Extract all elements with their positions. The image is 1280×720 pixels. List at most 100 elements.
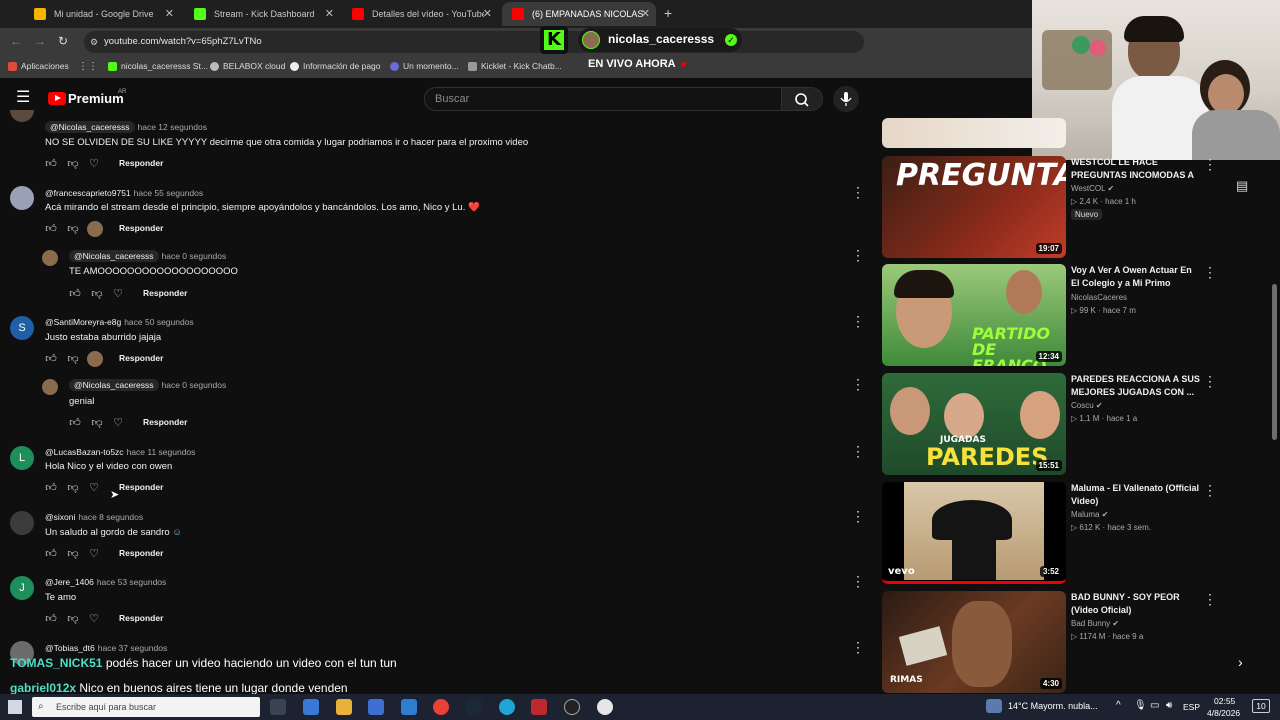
dislike-icon[interactable]: 👎︎ bbox=[67, 223, 79, 235]
channel-label[interactable]: Coscu bbox=[1071, 401, 1094, 410]
chrome-icon[interactable] bbox=[433, 699, 449, 715]
chat-toggle-icon[interactable]: ▤ bbox=[1236, 178, 1248, 194]
search-button[interactable] bbox=[781, 87, 823, 111]
channel-name[interactable]: WestCOL ✔ bbox=[1071, 184, 1114, 193]
like-icon[interactable]: 👍︎ bbox=[45, 353, 57, 365]
author-name[interactable]: @LucasBazan-to5zc bbox=[45, 447, 124, 457]
like-icon[interactable]: 👍︎ bbox=[45, 613, 57, 625]
bookmark-kick[interactable]: nicolas_caceresss St... bbox=[108, 61, 208, 71]
comment-time[interactable]: hace 50 segundos bbox=[124, 317, 193, 327]
weather-text[interactable]: 14°C Mayorm. nubla... bbox=[1008, 701, 1098, 711]
comment-time[interactable]: hace 11 segundos bbox=[127, 447, 196, 457]
windows-start-icon[interactable] bbox=[8, 700, 22, 714]
video-thumbnail[interactable]: PREGUNTAS 19:07 bbox=[882, 156, 1066, 258]
like-icon[interactable]: 👍︎ bbox=[45, 482, 57, 494]
premium-logo[interactable]: Premium bbox=[68, 91, 124, 106]
address-bar[interactable]: ⚙ youtube.com/watch?v=65phZ7LvTNo bbox=[84, 31, 864, 53]
comment-time[interactable]: hace 53 segundos bbox=[97, 577, 166, 587]
steam-icon[interactable] bbox=[466, 699, 482, 715]
tab-google-drive[interactable]: Mi unidad - Google Drive ✕ bbox=[24, 2, 180, 26]
channel-name[interactable]: Maluma ✔ bbox=[1071, 510, 1108, 519]
copilot-icon[interactable] bbox=[303, 699, 319, 715]
channel-name[interactable]: Coscu ✔ bbox=[1071, 401, 1103, 410]
task-view-icon[interactable] bbox=[270, 699, 286, 715]
author-name[interactable]: @Tobias_dt6 bbox=[45, 643, 95, 653]
voicemeeter-icon[interactable] bbox=[531, 699, 547, 715]
more-options-icon[interactable]: ⋮ bbox=[851, 377, 865, 391]
youtube-logo-icon[interactable] bbox=[48, 92, 66, 105]
comment-time[interactable]: hace 0 segundos bbox=[162, 251, 227, 261]
chevron-up-icon[interactable]: ^ bbox=[1116, 700, 1121, 711]
reply-button[interactable]: Responder bbox=[119, 548, 163, 558]
author-chip[interactable]: @Nicolas_caceresss bbox=[69, 250, 159, 262]
network-icon[interactable]: ▭ bbox=[1150, 700, 1159, 711]
comment-author[interactable]: @Tobias_dt6 hace 37 segundos bbox=[45, 643, 167, 653]
heart-icon[interactable]: ♡ bbox=[88, 613, 100, 625]
avatar[interactable]: S bbox=[10, 316, 34, 340]
more-options-icon[interactable]: ⋮ bbox=[1203, 265, 1217, 279]
chevron-right-icon[interactable]: › bbox=[1238, 654, 1243, 670]
close-icon[interactable]: ✕ bbox=[165, 7, 174, 20]
back-icon[interactable]: ← bbox=[10, 34, 22, 48]
avatar[interactable] bbox=[10, 511, 34, 535]
clock-date[interactable]: 4/8/2026 bbox=[1207, 708, 1240, 718]
video-title[interactable]: Maluma - El Vallenato (Official Video) bbox=[1071, 482, 1201, 508]
bookmark-momento[interactable]: Un momento... bbox=[390, 61, 459, 71]
author-name[interactable]: @francescaprieto9751 bbox=[45, 188, 131, 198]
microphone-icon[interactable]: 🎙︎ bbox=[1134, 700, 1147, 711]
reply-button[interactable]: Responder bbox=[143, 288, 187, 298]
avatar[interactable]: L bbox=[10, 446, 34, 470]
webcam-app-icon[interactable] bbox=[597, 699, 613, 715]
site-info-icon[interactable]: ⚙ bbox=[90, 31, 98, 53]
avatar[interactable] bbox=[42, 379, 58, 395]
video-title[interactable]: PAREDES REACCIONA A SUS MEJORES JUGADAS … bbox=[1071, 373, 1201, 399]
author-name[interactable]: @SantiMoreyra-e8g bbox=[45, 317, 121, 327]
tab-youtube-studio[interactable]: Detalles del vídeo - YouTube St ✕ bbox=[342, 2, 498, 26]
bookmark-apps[interactable]: Aplicaciones bbox=[8, 61, 69, 71]
comment-time[interactable]: hace 0 segundos bbox=[162, 380, 227, 390]
bookmark-kicklet[interactable]: Kicklet - Kick Chatb... bbox=[468, 61, 562, 71]
comment-author[interactable]: @Nicolas_caceresss hace 0 segundos bbox=[69, 379, 227, 391]
forward-icon[interactable]: → bbox=[34, 34, 46, 48]
language-indicator[interactable]: ESP bbox=[1183, 702, 1200, 712]
channel-name[interactable]: Bad Bunny ✔ bbox=[1071, 619, 1119, 628]
more-options-icon[interactable]: ⋮ bbox=[851, 640, 865, 654]
comment-author[interactable]: @SantiMoreyra-e8g hace 50 segundos bbox=[45, 317, 194, 327]
channel-name[interactable]: NicolasCaceres bbox=[1071, 293, 1127, 302]
dislike-icon[interactable]: 👎︎ bbox=[67, 548, 79, 560]
reload-icon[interactable]: ↻ bbox=[58, 34, 68, 48]
obs-icon[interactable] bbox=[564, 699, 580, 715]
more-options-icon[interactable]: ⋮ bbox=[851, 314, 865, 328]
notification-count[interactable]: 10 bbox=[1252, 699, 1270, 713]
comment-author[interactable]: @sixoni hace 8 segundos bbox=[45, 512, 143, 522]
comment-author[interactable]: @Nicolas_caceresss hace 12 segundos bbox=[45, 121, 207, 133]
like-icon[interactable]: 👍︎ bbox=[45, 223, 57, 235]
comment-author[interactable]: @francescaprieto9751 hace 55 segundos bbox=[45, 188, 203, 198]
more-options-icon[interactable]: ⋮ bbox=[851, 574, 865, 588]
comment-author[interactable]: @Jere_1406 hace 53 segundos bbox=[45, 577, 166, 587]
video-thumbnail[interactable]: PARTIDO DE FRANCO 12:34 bbox=[882, 264, 1066, 366]
file-explorer-icon[interactable] bbox=[336, 699, 352, 715]
heart-icon[interactable]: ♡ bbox=[112, 288, 124, 300]
channel-label[interactable]: Maluma bbox=[1071, 510, 1099, 519]
video-title[interactable]: Voy A Ver A Owen Actuar En El Colegio y … bbox=[1071, 264, 1201, 290]
video-thumbnail[interactable]: JUGADAS PAREDES 15:51 bbox=[882, 373, 1066, 475]
new-tab-button[interactable]: + bbox=[664, 5, 672, 21]
more-options-icon[interactable]: ⋮ bbox=[1203, 157, 1217, 171]
video-title[interactable]: BAD BUNNY - SOY PEOR (Video Oficial) bbox=[1071, 591, 1201, 617]
video-thumbnail[interactable]: RIMAS 4:30 bbox=[882, 591, 1066, 693]
search-input[interactable]: Buscar bbox=[424, 87, 782, 111]
grid-icon[interactable]: ⋮⋮ bbox=[78, 61, 98, 72]
more-options-icon[interactable]: ⋮ bbox=[1203, 483, 1217, 497]
more-options-icon[interactable]: ⋮ bbox=[851, 185, 865, 199]
more-options-icon[interactable]: ⋮ bbox=[851, 444, 865, 458]
tab-kick-dashboard[interactable]: Stream - Kick Dashboard ✕ bbox=[184, 2, 340, 26]
close-icon[interactable]: ✕ bbox=[325, 7, 334, 20]
comment-time[interactable]: hace 12 segundos bbox=[138, 122, 207, 132]
channel-label[interactable]: Bad Bunny bbox=[1071, 619, 1110, 628]
like-icon[interactable]: 👍︎ bbox=[45, 548, 57, 560]
more-options-icon[interactable]: ⋮ bbox=[851, 248, 865, 262]
menu-icon[interactable]: ☰ bbox=[16, 90, 30, 106]
bookmark-belabox[interactable]: BELABOX cloud bbox=[210, 61, 285, 71]
author-chip[interactable]: @Nicolas_caceresss bbox=[69, 379, 159, 391]
